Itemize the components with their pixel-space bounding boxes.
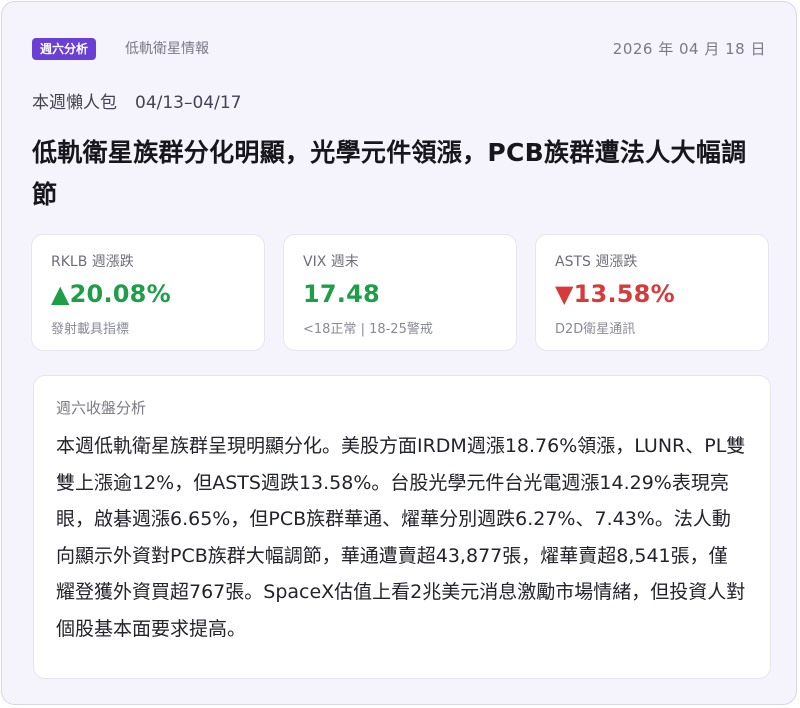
stat-value: ▼13.58% [555, 280, 675, 308]
stat-card-vix: VIX 週末 17.48 <18正常 | 18-25警戒 [283, 234, 517, 351]
analysis-title: 週六收盤分析 [56, 399, 147, 417]
analysis-card: 週六收盤分析 本週低軌衛星族群呈現明顯分化。美股方面IRDM週漲18.76%領漲… [33, 375, 771, 679]
stat-note: D2D衛星通訊 [555, 322, 636, 337]
category-badge: 週六分析 [32, 38, 97, 60]
report-header: 週六分析 低軌衛星情報 2026 年 04 月 18 日 [32, 38, 766, 60]
period-range: 04/13–04/17 [135, 93, 242, 113]
stat-note: <18正常 | 18-25警戒 [303, 322, 433, 337]
stat-note: 發射載具指標 [51, 322, 130, 337]
report-card: 週六分析 低軌衛星情報 2026 年 04 月 18 日 本週懶人包 04/13–… [1, 1, 797, 705]
stat-value: 17.48 [303, 280, 380, 308]
stat-label: RKLB 週漲跌 [51, 254, 134, 270]
report-tagline: 低軌衛星情報 [125, 41, 209, 57]
period-line: 本週懶人包 04/13–04/17 [32, 88, 241, 113]
page-title: 低軌衛星族群分化明顯，光學元件領漲，PCB族群遭法人大幅調節 [32, 138, 747, 209]
stat-card-rklb: RKLB 週漲跌 ▲20.08% 發射載具指標 [31, 234, 265, 351]
period-label: 本週懶人包 [32, 93, 117, 113]
stat-label: ASTS 週漲跌 [555, 254, 638, 270]
analysis-body: 本週低軌衛星族群呈現明顯分化。美股方面IRDM週漲18.76%領漲，LUNR、P… [56, 435, 746, 640]
stat-value: ▲20.08% [51, 280, 171, 308]
stat-label: VIX 週末 [303, 254, 359, 270]
stat-card-asts: ASTS 週漲跌 ▼13.58% D2D衛星通訊 [535, 234, 769, 351]
report-date: 2026 年 04 月 18 日 [612, 40, 766, 58]
